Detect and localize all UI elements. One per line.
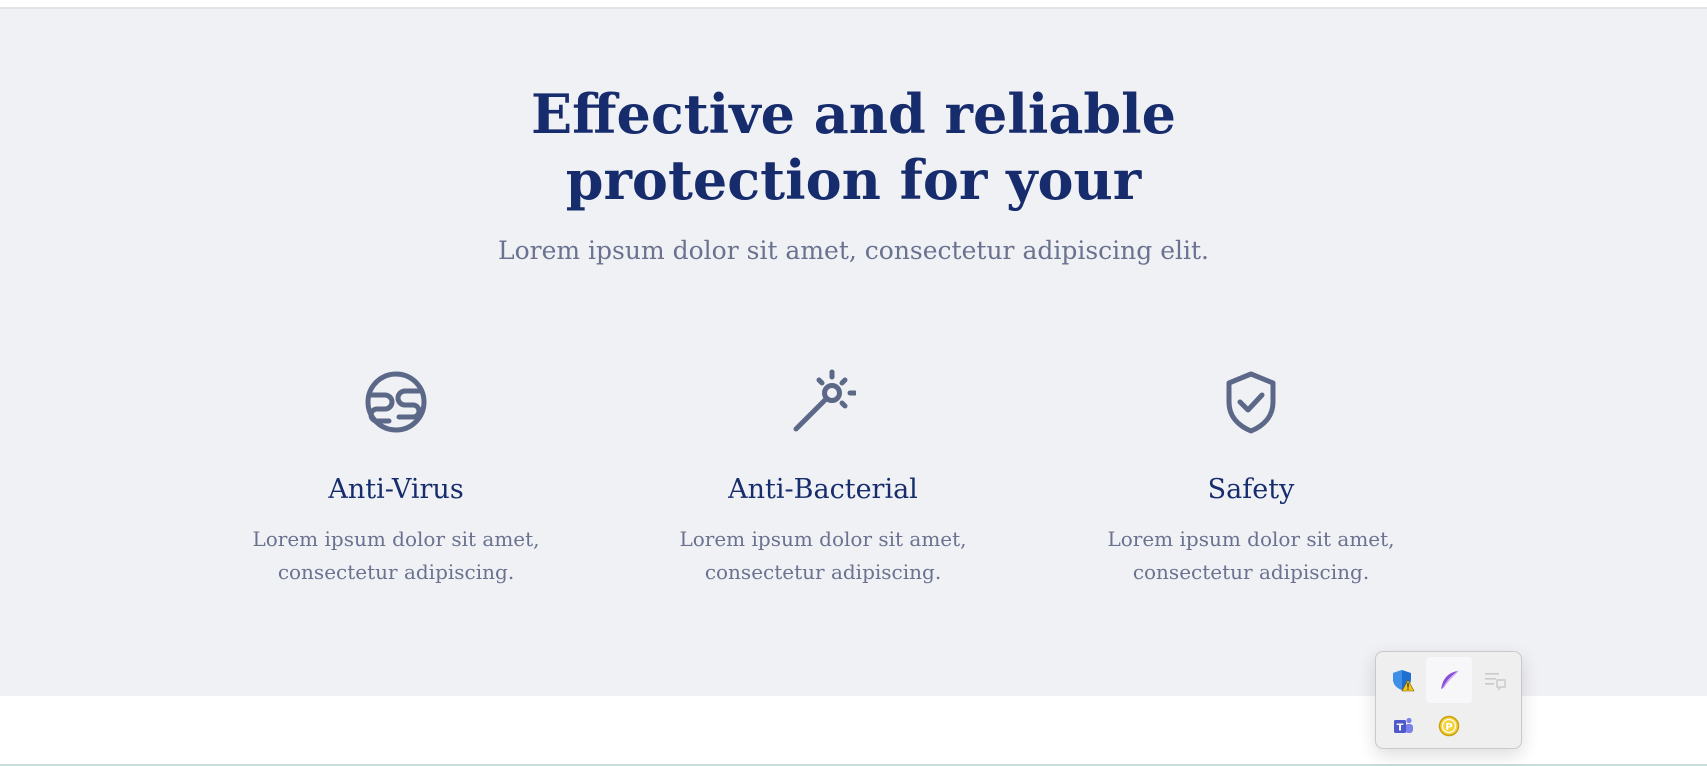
protection-section: Effective and reliable protection for yo… [0,9,1707,696]
globe-icon [365,371,427,433]
feature-description: Lorem ipsum dolor sit amet, consectetur … [1051,523,1451,589]
feature-description-line-1: Lorem ipsum dolor sit amet, [679,527,967,551]
section-subtitle: Lorem ipsum dolor sit amet, consectetur … [497,236,1210,265]
feature-description-line-2: consectetur adipiscing. [277,560,515,584]
section-title-line-2: protection for your [565,148,1142,212]
feather-pen-icon [1441,670,1459,689]
feature-title: Safety [1207,474,1295,505]
feature-title: Anti-Bacterial [728,474,918,505]
windows-security-tray-button[interactable] [1380,657,1426,703]
feature-description-line-2: consectetur adipiscing. [1132,560,1370,584]
windows-security-warning-icon [1393,670,1415,692]
svg-text:T: T [1397,723,1404,734]
feature-description: Lorem ipsum dolor sit amet, consectetur … [623,523,1023,589]
feature-description-line-2: consectetur adipiscing. [704,560,942,584]
teams-icon: T [1394,717,1413,734]
section-title-line-1: Effective and reliable [531,82,1176,146]
pen-app-tray-button[interactable] [1426,657,1472,703]
feature-description-line-1: Lorem ipsum dolor sit amet, [1107,527,1395,551]
p-coin-tray-button[interactable]: P [1426,703,1472,749]
notification-list-icon [1485,673,1506,691]
section-title: Effective and reliable protection for yo… [0,81,1707,213]
teams-tray-button[interactable]: T [1380,703,1426,749]
feature-anti-bacterial: Anti-Bacterial Lorem ipsum dolor sit ame… [623,369,1023,589]
shield-check-icon [1226,371,1276,434]
notification-tray-button[interactable] [1472,657,1518,703]
feature-anti-virus: Anti-Virus Lorem ipsum dolor sit amet, c… [196,369,596,589]
system-tray-overflow: T P [1375,651,1522,749]
feature-description-line-1: Lorem ipsum dolor sit amet, [252,527,540,551]
magic-wand-icon [793,369,856,432]
header-divider [0,0,1707,9]
feature-title: Anti-Virus [328,474,464,505]
feature-safety: Safety Lorem ipsum dolor sit amet, conse… [1051,369,1451,589]
p-coin-icon: P [1438,715,1460,737]
feature-description: Lorem ipsum dolor sit amet, consectetur … [196,523,596,589]
svg-text:P: P [1445,722,1452,733]
